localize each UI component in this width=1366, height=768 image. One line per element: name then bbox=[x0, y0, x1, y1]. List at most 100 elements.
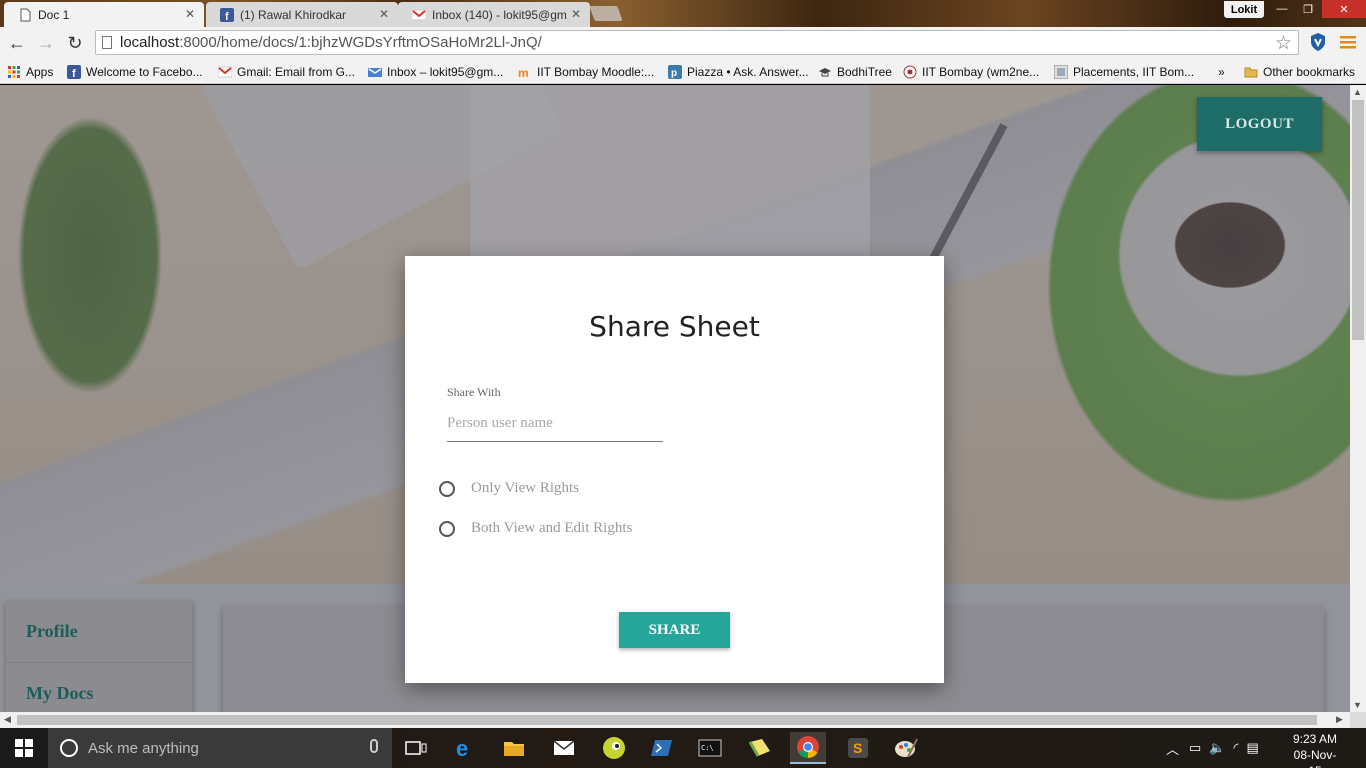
restore-icon[interactable]: ❐ bbox=[1294, 0, 1322, 18]
svg-text:f: f bbox=[225, 11, 229, 22]
sidebar-item-my-docs[interactable]: My Docs bbox=[6, 663, 192, 712]
modal-title: Share Sheet bbox=[589, 310, 760, 343]
vertical-scroll-thumb[interactable] bbox=[1352, 100, 1364, 340]
cortana-icon bbox=[60, 739, 78, 757]
back-arrow-icon[interactable]: ← bbox=[6, 32, 28, 54]
system-tray: ︿ ▭ 🔈 ◜ ▤ bbox=[1166, 728, 1259, 768]
bookmark-moodle[interactable]: m IIT Bombay Moodle:... bbox=[518, 63, 654, 81]
profile-badge[interactable]: Lokit bbox=[1224, 1, 1264, 18]
command-prompt-icon[interactable]: C:\ bbox=[692, 732, 728, 764]
inbox-icon bbox=[368, 68, 382, 77]
browser-tab-strip: Doc 1 ✕ f (1) Rawal Khirodkar ✕ Inbox (1… bbox=[0, 0, 1366, 27]
svg-text:m: m bbox=[518, 66, 529, 79]
wifi-icon[interactable]: ◜ bbox=[1234, 740, 1239, 756]
tab-title: Inbox (140) - lokit95@gm bbox=[432, 7, 567, 22]
tab-rawal-khirodkar[interactable]: f (1) Rawal Khirodkar ✕ bbox=[206, 2, 398, 27]
address-bar[interactable]: localhost:8000/home/docs/1:bjhzWGDsYrftm… bbox=[95, 30, 1299, 55]
bookmark-gmail[interactable]: Gmail: Email from G... bbox=[218, 63, 355, 81]
other-bookmarks[interactable]: Other bookmarks bbox=[1244, 63, 1355, 81]
microphone-icon[interactable] bbox=[370, 739, 378, 753]
radio-view-and-edit-rights[interactable]: Both View and Edit Rights bbox=[439, 520, 632, 537]
logout-button[interactable]: LOGOUT bbox=[1197, 97, 1322, 151]
moodle-icon: m bbox=[518, 66, 529, 79]
chrome-menu-icon[interactable] bbox=[1340, 34, 1356, 50]
url-host: localhost bbox=[120, 34, 180, 51]
bookmark-label: BodhiTree bbox=[837, 65, 892, 79]
bookmark-star-icon[interactable]: ☆ bbox=[1275, 32, 1292, 55]
bookmarks-bar: Apps f Welcome to Facebo... Gmail: Email… bbox=[0, 59, 1366, 84]
username-input[interactable] bbox=[447, 406, 663, 442]
task-view-icon[interactable] bbox=[398, 732, 434, 764]
powershell-icon[interactable] bbox=[644, 732, 680, 764]
reload-icon[interactable]: ↻ bbox=[64, 32, 86, 54]
mail-icon[interactable] bbox=[546, 732, 582, 764]
close-window-icon[interactable]: ✕ bbox=[1322, 0, 1366, 18]
tab-doc-1[interactable]: Doc 1 ✕ bbox=[4, 2, 204, 27]
bookmark-iitb-wm2[interactable]: IIT Bombay (wm2ne... bbox=[903, 63, 1039, 81]
share-with-label: Share With bbox=[447, 385, 501, 399]
new-tab-button[interactable] bbox=[589, 6, 623, 21]
bookmark-apps[interactable]: Apps bbox=[7, 63, 53, 81]
bookmark-label: Apps bbox=[26, 65, 54, 79]
radio-button-icon[interactable] bbox=[439, 480, 455, 497]
bookmark-facebook[interactable]: f Welcome to Facebo... bbox=[67, 63, 203, 81]
page-icon bbox=[102, 36, 112, 49]
document-icon bbox=[20, 8, 31, 21]
vertical-scrollbar[interactable]: ▲ ▼ bbox=[1350, 85, 1366, 712]
url-path: :8000/home/docs/1:bjhzWGDsYrftmOSaHoMr2L… bbox=[179, 34, 542, 51]
sidebar: Profile My Docs bbox=[6, 601, 192, 712]
sublime-text-icon[interactable]: S bbox=[840, 732, 876, 764]
facebook-icon: f bbox=[67, 65, 81, 79]
minimize-icon[interactable]: — bbox=[1268, 0, 1296, 18]
scroll-down-arrow-icon[interactable]: ▼ bbox=[1353, 700, 1362, 710]
svg-text:e: e bbox=[456, 737, 468, 759]
tab-title: Doc 1 bbox=[38, 7, 70, 22]
notes-app-icon[interactable] bbox=[742, 732, 778, 764]
clock-date: 08-Nov-15 bbox=[1293, 748, 1337, 768]
battery-icon[interactable]: ▭ bbox=[1189, 740, 1201, 756]
tray-expand-chevron-icon[interactable]: ︿ bbox=[1166, 739, 1179, 758]
chrome-taskbar-icon[interactable] bbox=[790, 732, 826, 764]
radio-only-view-rights[interactable]: Only View Rights bbox=[439, 480, 579, 497]
paint-icon[interactable] bbox=[888, 732, 924, 764]
share-button[interactable]: SHARE bbox=[619, 612, 730, 648]
other-bookmarks-label: Other bookmarks bbox=[1263, 65, 1356, 79]
bookmark-inbox[interactable]: Inbox – lokit95@gm... bbox=[368, 63, 503, 81]
placements-icon bbox=[1054, 65, 1068, 79]
shield-extension-icon[interactable] bbox=[1309, 32, 1327, 52]
horizontal-scrollbar[interactable]: ◀ ▶ bbox=[0, 712, 1350, 728]
iitb-icon bbox=[903, 65, 917, 79]
bookmark-piazza[interactable]: p Piazza • Ask. Answer... bbox=[668, 63, 809, 81]
cortana-search-box[interactable]: Ask me anything bbox=[48, 728, 392, 768]
close-tab-icon[interactable]: ✕ bbox=[379, 7, 389, 21]
edge-browser-icon[interactable]: e bbox=[448, 732, 484, 764]
start-button[interactable] bbox=[0, 728, 48, 768]
tab-inbox[interactable]: Inbox (140) - lokit95@gm ✕ bbox=[398, 2, 590, 27]
bodhitree-icon bbox=[819, 68, 831, 77]
horizontal-scroll-thumb[interactable] bbox=[17, 715, 1317, 725]
bookmark-label: Inbox – lokit95@gm... bbox=[387, 65, 504, 79]
forward-arrow-icon[interactable]: → bbox=[35, 32, 57, 54]
bookmark-label: IIT Bombay Moodle:... bbox=[537, 65, 655, 79]
volume-icon[interactable]: 🔈 bbox=[1209, 740, 1225, 756]
app-green-icon[interactable] bbox=[596, 732, 632, 764]
bookmark-bodhitree[interactable]: BodhiTree bbox=[818, 63, 892, 81]
file-explorer-icon[interactable] bbox=[496, 732, 532, 764]
action-center-icon[interactable]: ▤ bbox=[1247, 740, 1259, 756]
scroll-right-arrow-icon[interactable]: ▶ bbox=[1336, 714, 1343, 725]
radio-label: Both View and Edit Rights bbox=[471, 520, 633, 536]
sidebar-item-profile[interactable]: Profile bbox=[6, 601, 192, 663]
radio-button-icon[interactable] bbox=[439, 520, 455, 537]
close-tab-icon[interactable]: ✕ bbox=[571, 7, 581, 21]
search-placeholder: Ask me anything bbox=[88, 739, 199, 757]
bookmark-label: IIT Bombay (wm2ne... bbox=[922, 65, 1040, 79]
scroll-left-arrow-icon[interactable]: ◀ bbox=[4, 714, 11, 725]
close-tab-icon[interactable]: ✕ bbox=[185, 7, 195, 21]
bookmark-placements[interactable]: Placements, IIT Bom... bbox=[1054, 63, 1194, 81]
gmail-icon bbox=[412, 9, 426, 20]
bookmarks-overflow-chevron-icon[interactable]: » bbox=[1218, 63, 1225, 81]
scroll-up-arrow-icon[interactable]: ▲ bbox=[1353, 87, 1362, 97]
svg-text:p: p bbox=[671, 68, 677, 79]
taskbar-clock[interactable]: 9:23 AM 08-Nov-15 bbox=[1290, 731, 1340, 768]
apps-grid-icon bbox=[8, 66, 20, 78]
